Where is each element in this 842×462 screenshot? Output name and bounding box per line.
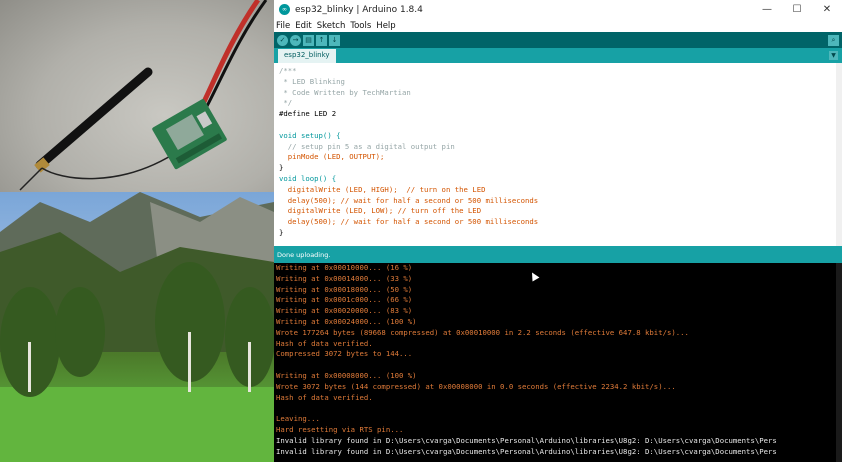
- code-line: }: [279, 163, 284, 173]
- toolbar: ✓ → ▤ ↑ ↓ ⌕: [274, 32, 842, 48]
- console-line: Writing at 0x00020000... (83 %): [276, 306, 413, 316]
- arrow-down-icon: ↓: [331, 36, 338, 44]
- menu-sketch[interactable]: Sketch: [317, 21, 346, 31]
- code-line: }: [279, 227, 284, 237]
- code-line: // setup pin 5 as a digital output pin: [279, 141, 455, 151]
- console-line: Leaving...: [276, 414, 320, 424]
- upload-button[interactable]: →: [290, 34, 301, 46]
- tab-menu-button[interactable]: ▼: [829, 51, 838, 60]
- window-title: esp32_blinky | Arduino 1.8.4: [295, 4, 423, 15]
- open-button[interactable]: ↑: [316, 34, 327, 46]
- code-line: * LED Blinking: [279, 76, 345, 86]
- status-message: Done uploading.: [277, 251, 331, 259]
- code-line: #define LED 2: [279, 109, 337, 119]
- console-line: Wrote 3072 bytes (144 compressed) at 0x0…: [276, 381, 676, 391]
- console-line: Hash of data verified.: [276, 392, 373, 402]
- console-line: Compressed 3072 bytes to 144...: [276, 349, 413, 359]
- code-line: delay(500); // wait for half a second or…: [279, 195, 539, 205]
- arrow-up-icon: ↑: [318, 36, 325, 44]
- code-line: void loop() {: [279, 173, 337, 183]
- menu-help[interactable]: Help: [376, 21, 395, 31]
- code-line: delay(500); // wait for half a second or…: [279, 217, 539, 227]
- minimize-button[interactable]: —: [752, 4, 782, 15]
- console-line: Invalid library found in D:\Users\cvarga…: [276, 435, 777, 445]
- desktop-wallpaper: [0, 192, 274, 462]
- console-line: Invalid library found in D:\Users\cvarga…: [276, 446, 777, 456]
- code-line: void setup() {: [279, 130, 341, 140]
- arrow-right-icon: →: [292, 36, 299, 44]
- esp32-board-photo: [19, 0, 268, 191]
- mountain-landscape: [0, 192, 274, 462]
- arduino-logo-icon: ∞: [279, 4, 290, 15]
- title-bar[interactable]: ∞ esp32_blinky | Arduino 1.8.4 — ☐ ✕: [274, 0, 842, 19]
- code-line: /***: [279, 66, 297, 75]
- console-scrollbar[interactable]: [836, 263, 842, 462]
- console-line: Hash of data verified.: [276, 338, 373, 348]
- tab-bar: esp32_blinky ▼: [274, 48, 842, 63]
- webcam-photo-board: [0, 0, 274, 192]
- console-line: Writing at 0x00014000... (33 %): [276, 273, 413, 283]
- arduino-ide-window: ∞ esp32_blinky | Arduino 1.8.4 — ☐ ✕ Fil…: [274, 0, 842, 462]
- code-line: digitalWrite (LED, HIGH); // turn on the…: [279, 184, 486, 194]
- console-line: Writing at 0x0001c000... (66 %): [276, 295, 413, 305]
- menu-tools[interactable]: Tools: [350, 21, 371, 31]
- maximize-button[interactable]: ☐: [782, 4, 812, 15]
- menu-edit[interactable]: Edit: [295, 21, 311, 31]
- menu-bar: File Edit Sketch Tools Help: [274, 19, 842, 32]
- chevron-down-icon: ▼: [831, 52, 836, 59]
- tab-esp32-blinky[interactable]: esp32_blinky: [278, 49, 336, 63]
- code-line: * Code Written by TechMartian: [279, 87, 411, 97]
- console-line: Writing at 0x00010000... (16 %): [276, 263, 413, 272]
- close-button[interactable]: ✕: [812, 4, 842, 15]
- code-editor[interactable]: /*** * LED Blinking * Code Written by Te…: [274, 63, 836, 246]
- console-line: Writing at 0x00008000... (100 %): [276, 370, 417, 380]
- console-line: Writing at 0x00024000... (100 %): [276, 316, 417, 326]
- verify-button[interactable]: ✓: [277, 34, 288, 46]
- new-button[interactable]: ▤: [303, 34, 314, 46]
- menu-file[interactable]: File: [276, 21, 290, 31]
- console-line: Hard resetting via RTS pin...: [276, 424, 404, 434]
- code-line: */: [279, 98, 293, 108]
- output-console[interactable]: Writing at 0x00010000... (16 %) Writing a…: [274, 263, 836, 462]
- check-icon: ✓: [279, 36, 286, 44]
- status-bar: Done uploading.: [274, 246, 842, 263]
- code-line: pinMode (LED, OUTPUT);: [279, 152, 385, 162]
- editor-scrollbar[interactable]: [836, 63, 842, 246]
- serial-monitor-button[interactable]: ⌕: [828, 34, 839, 46]
- code-line: digitalWrite (LED, LOW); // turn off the…: [279, 206, 482, 216]
- new-file-icon: ▤: [305, 36, 312, 44]
- save-button[interactable]: ↓: [329, 34, 340, 46]
- console-line: Writing at 0x00018000... (50 %): [276, 284, 413, 294]
- magnifier-icon: ⌕: [831, 35, 836, 44]
- console-line: Wrote 177264 bytes (89668 compressed) at…: [276, 327, 689, 337]
